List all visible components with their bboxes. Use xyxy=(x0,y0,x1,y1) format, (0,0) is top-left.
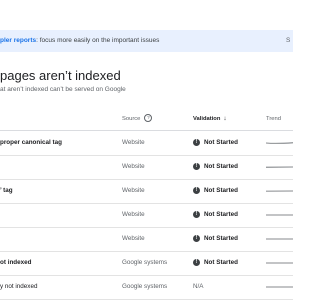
help-icon[interactable]: ? xyxy=(144,114,153,123)
row-validation-label: Not Started xyxy=(204,139,238,146)
row-validation: ! Not Started xyxy=(193,251,238,275)
header-trend: Trend xyxy=(266,116,281,122)
row-validation: ! Not Started xyxy=(193,203,238,227)
trend-sparkline xyxy=(266,166,293,168)
table-header: Source? Validation ↓ Trend xyxy=(0,108,293,131)
header-validation-label: Validation xyxy=(193,116,221,122)
row-validation-label: Not Started xyxy=(204,259,238,266)
sort-arrow-down-icon[interactable]: ↓ xyxy=(223,108,226,130)
row-validation: ! Not Started xyxy=(193,179,238,203)
row-validation-label: Not Started xyxy=(204,211,238,218)
table-row[interactable]: ot indexed Google systems! Not Started xyxy=(0,251,293,276)
row-source: Google systems xyxy=(122,283,168,290)
table-row[interactable]: y not indexed Google systems N/A xyxy=(0,275,293,300)
header-validation[interactable]: Validation ↓ xyxy=(193,108,227,130)
banner-strong-text: pler reports xyxy=(0,37,37,44)
trend-sparkline xyxy=(266,262,293,264)
table-row[interactable]: proper canonical tag Website! Not Started xyxy=(0,131,293,156)
row-source: Website xyxy=(122,211,145,218)
header-source[interactable]: Source? xyxy=(122,108,153,130)
row-reason: proper canonical tag xyxy=(0,139,62,146)
row-validation-label: N/A xyxy=(193,283,204,290)
trend-sparkline xyxy=(266,286,293,288)
row-validation-label: Not Started xyxy=(204,235,238,242)
warning-status-icon: ! xyxy=(193,186,200,194)
warning-status-icon: ! xyxy=(193,258,200,266)
row-validation-label: Not Started xyxy=(204,187,238,194)
banner-body-text: : focus more easily on the important iss… xyxy=(36,37,160,44)
row-source: Website xyxy=(122,163,145,170)
table-row[interactable]: Website! Not Started xyxy=(0,203,293,228)
table-row[interactable]: Website! Not Started xyxy=(0,155,293,180)
row-source: Website xyxy=(122,235,145,242)
trend-sparkline xyxy=(266,190,293,192)
row-validation: N/A xyxy=(193,275,204,299)
banner-more-link[interactable]: S xyxy=(286,30,290,52)
warning-status-icon: ! xyxy=(193,234,200,242)
row-source: Website xyxy=(122,187,145,194)
banner-message: pler reports: focus more easily on the i… xyxy=(0,30,159,52)
trend-sparkline xyxy=(266,142,293,144)
row-reason: ot indexed xyxy=(0,259,32,266)
row-validation: ! Not Started xyxy=(193,155,238,179)
header-source-label: Source xyxy=(122,116,141,122)
row-validation-label: Not Started xyxy=(204,163,238,170)
table-row[interactable]: Website! Not Started xyxy=(0,227,293,252)
warning-status-icon: ! xyxy=(193,162,200,170)
row-source: Website xyxy=(122,139,145,146)
warning-status-icon: ! xyxy=(193,210,200,218)
row-validation: ! Not Started xyxy=(193,227,238,251)
row-reason: y not indexed xyxy=(0,283,38,290)
trend-sparkline xyxy=(266,238,293,240)
page-title: pages aren’t indexed xyxy=(0,68,121,83)
row-validation: ! Not Started xyxy=(193,131,238,155)
info-banner[interactable]: pler reports: focus more easily on the i… xyxy=(0,30,293,52)
table-row[interactable]: ’ tag Website! Not Started xyxy=(0,179,293,204)
trend-sparkline xyxy=(266,214,293,216)
warning-status-icon: ! xyxy=(193,138,200,146)
row-reason: ’ tag xyxy=(0,187,13,194)
page-subtitle: at aren’t indexed can’t be served on Goo… xyxy=(0,86,126,93)
row-source: Google systems xyxy=(122,259,168,266)
